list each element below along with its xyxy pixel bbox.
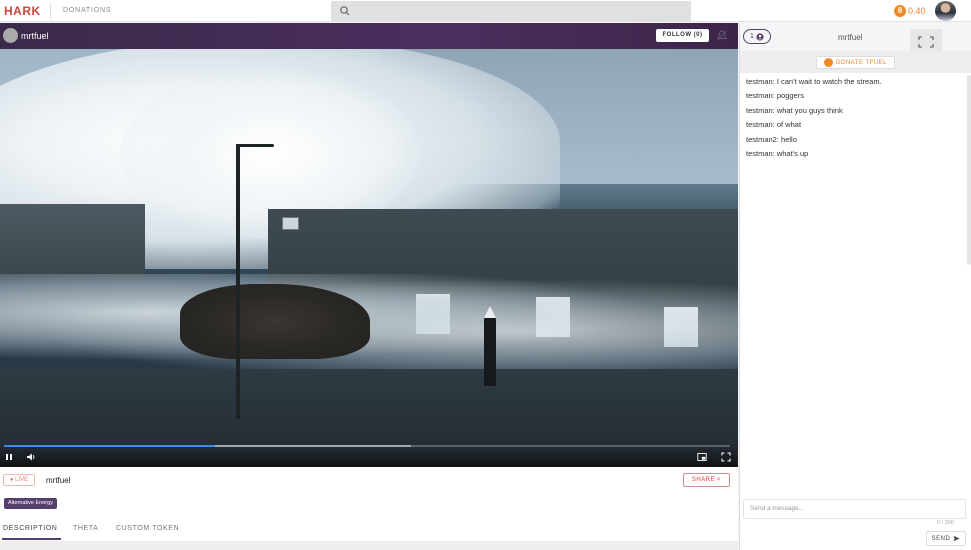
donate-bar: DONATE TFUEL	[740, 51, 971, 73]
coin-icon	[823, 58, 833, 67]
video-player[interactable]	[0, 49, 738, 467]
info-tabs: DESCRIPTION THETA CUSTOM TOKEN	[0, 523, 738, 541]
chat-messages: testman: I can't wait to watch the strea…	[746, 75, 966, 161]
streamer-name[interactable]: mrtfuel	[21, 31, 49, 41]
chat-title: mrtfuel	[838, 33, 863, 42]
chat-message: testman: I can't wait to watch the strea…	[746, 77, 882, 86]
user-icon	[756, 32, 764, 41]
donate-label: DONATE TFUEL	[835, 59, 888, 66]
fullscreen-icon[interactable]	[721, 452, 731, 462]
player-controls	[0, 444, 738, 467]
tab-description[interactable]: DESCRIPTION	[3, 525, 57, 532]
chat-scrollbar[interactable]	[967, 75, 971, 265]
viewer-count[interactable]: 1	[743, 29, 771, 44]
pause-icon[interactable]	[4, 452, 14, 462]
send-icon	[953, 535, 960, 542]
video-lamp-arm	[240, 144, 274, 147]
chat-message: testman: what's up	[746, 149, 809, 159]
send-button[interactable]: SEND	[926, 531, 966, 546]
video-bollard	[484, 314, 496, 386]
nav-divider	[50, 3, 51, 19]
video-lamp-pole	[236, 144, 240, 419]
active-tab-indicator	[2, 538, 61, 540]
chat-panel: 1 mrtfuel DONATE TFUEL testman: I can't …	[739, 23, 971, 550]
chat-header: 1 mrtfuel	[740, 23, 971, 55]
send-label: SEND	[931, 535, 951, 542]
stream-info: ● LIVE mrtfuel SHARE < Alternative Energ…	[0, 467, 738, 550]
char-count: 0 / 300	[937, 520, 954, 526]
video-sign	[282, 217, 299, 230]
viewer-count-value: 1	[750, 33, 754, 40]
follow-button[interactable]: FOLLOW (0)	[656, 29, 709, 42]
stream-title: mrtfuel	[46, 476, 71, 485]
top-nav: HARK DONATIONS θ 0.40	[0, 0, 971, 22]
search-icon	[340, 6, 350, 16]
tab-custom-token[interactable]: CUSTOM TOKEN	[116, 525, 179, 532]
tfuel-balance[interactable]: θ 0.40	[894, 4, 926, 18]
tab-theta[interactable]: THETA	[73, 525, 98, 532]
streamer-avatar[interactable]	[3, 28, 18, 43]
chat-message-input[interactable]: Send a message...	[743, 499, 966, 519]
live-badge: ● LIVE	[3, 474, 35, 486]
chat-message: testman: of what	[746, 120, 802, 130]
coin-icon: θ	[894, 5, 906, 17]
chat-message: testman: poggers	[746, 91, 804, 101]
category-tag[interactable]: Alternative Energy	[4, 498, 57, 509]
progress-fill	[4, 445, 215, 447]
volume-icon[interactable]	[26, 452, 36, 462]
donations-link[interactable]: DONATIONS	[63, 7, 111, 14]
bell-icon[interactable]	[717, 30, 727, 41]
picture-in-picture-icon[interactable]	[697, 452, 707, 462]
search-input[interactable]	[331, 1, 691, 21]
share-button[interactable]: SHARE <	[683, 473, 730, 487]
balance-value: 0.40	[908, 6, 926, 16]
tab-content	[0, 541, 738, 550]
chat-message: testman: what you guys think	[746, 105, 843, 115]
chat-message: testman2: hello	[746, 134, 797, 144]
video-rocks	[180, 284, 370, 359]
user-avatar[interactable]	[935, 1, 956, 21]
video-wall-left	[0, 204, 145, 279]
donate-tfuel-button[interactable]: DONATE TFUEL	[816, 56, 895, 69]
stream-header: mrtfuel FOLLOW (0)	[0, 23, 738, 49]
hark-logo[interactable]: HARK	[4, 4, 41, 18]
